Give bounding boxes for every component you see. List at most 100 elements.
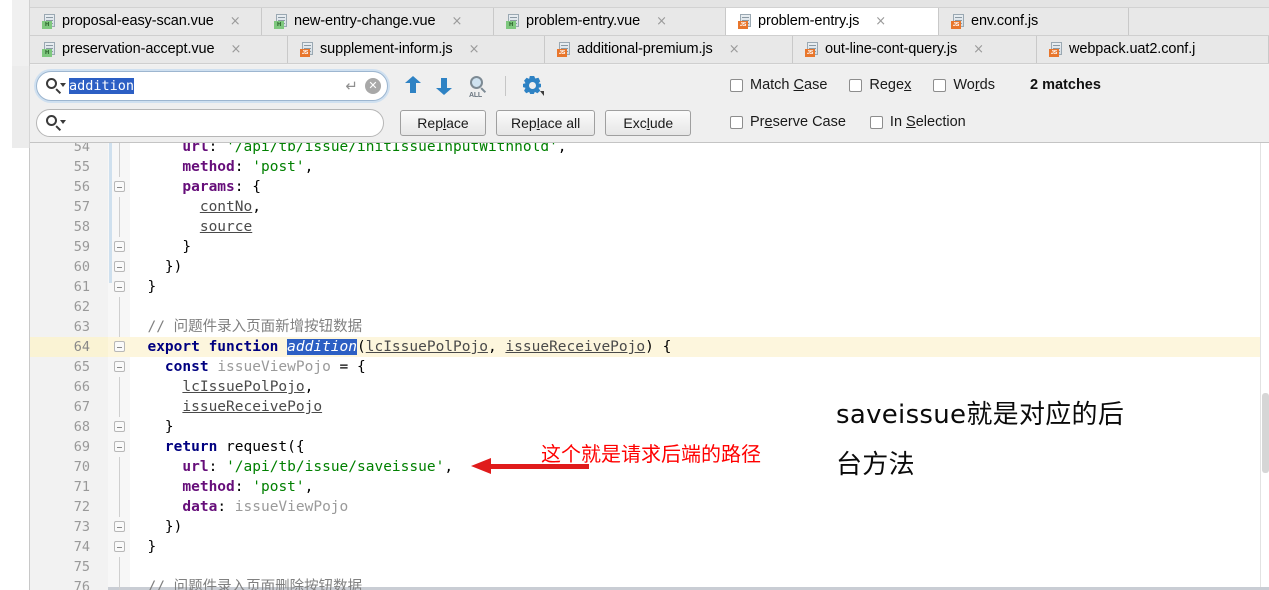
scrollbar-thumb[interactable]: [1262, 393, 1269, 473]
code-fold-toggle-icon[interactable]: [114, 441, 125, 452]
code-line[interactable]: 60 }): [30, 257, 1269, 277]
code-fold-toggle-icon[interactable]: [114, 261, 125, 272]
close-icon[interactable]: ×: [973, 43, 984, 56]
editor-tab-problem-entry-vue[interactable]: Hproblem-entry.vue ×: [494, 8, 726, 35]
code-token: ,: [304, 159, 314, 175]
editor-tab-preservation-accept-vue[interactable]: Hpreservation-accept.vue ×: [30, 36, 288, 63]
code-line[interactable]: 55 method: 'post',: [30, 157, 1269, 177]
code-line[interactable]: 56 params: {: [30, 177, 1269, 197]
replace-all-button[interactable]: Replace all: [496, 110, 596, 136]
replace-input[interactable]: [36, 109, 384, 137]
code-line[interactable]: 72 data: issueViewPojo: [30, 497, 1269, 517]
line-number: 65: [30, 357, 108, 377]
line-number: 56: [30, 177, 108, 197]
editor-tab-supplement-inform-js[interactable]: JS supplement-inform.js ×: [288, 36, 545, 63]
option-in-selection[interactable]: In Selection: [869, 114, 966, 130]
code-fold-toggle-icon[interactable]: [114, 281, 125, 292]
line-number: 66: [30, 377, 108, 397]
code-line[interactable]: 59 }: [30, 237, 1269, 257]
editor-tab-proposal-easy-scan-vue[interactable]: Hproposal-easy-scan.vue ×: [30, 8, 262, 35]
code-fold-toggle-icon[interactable]: [114, 361, 125, 372]
find-previous-icon[interactable]: [402, 75, 424, 97]
option-preserve-case[interactable]: Preserve Case: [730, 114, 846, 130]
code-fold-toggle-icon[interactable]: [114, 521, 125, 532]
search-input[interactable]: addition ↵ ✕: [36, 71, 388, 101]
replace-button[interactable]: Replace: [400, 110, 486, 136]
js-file-icon: JS: [738, 14, 752, 29]
close-icon[interactable]: ×: [656, 15, 667, 28]
close-icon[interactable]: ×: [451, 15, 462, 28]
option-words[interactable]: Words: [933, 77, 995, 93]
code-fold-toggle-icon[interactable]: [114, 241, 125, 252]
checkbox[interactable]: [849, 78, 863, 92]
option-label: Match Case: [750, 77, 828, 93]
left-strip-lower: [12, 66, 30, 148]
line-number: 70: [30, 457, 108, 477]
code-token: = {: [330, 359, 366, 375]
find-row: addition ↵ ✕ ALL: [36, 70, 544, 102]
code-line[interactable]: 63 // 问题件录入页面新增按钮数据: [30, 317, 1269, 337]
option-label: Words: [953, 77, 995, 93]
editor-tab-problem-entry-js[interactable]: JS problem-entry.js ×: [726, 8, 939, 35]
checkbox[interactable]: [869, 115, 883, 129]
code-fold-toggle-icon[interactable]: [114, 181, 125, 192]
code-token: ,: [557, 143, 567, 155]
checkbox[interactable]: [730, 115, 743, 129]
code-line[interactable]: 71 method: 'post',: [30, 477, 1269, 497]
code-line[interactable]: 65 const issueViewPojo = {: [30, 357, 1269, 377]
close-icon[interactable]: ×: [230, 15, 241, 28]
enter-icon: ↵: [345, 77, 358, 95]
replace-row: Replace Replace all Exclude: [36, 108, 692, 138]
code-line[interactable]: 57 contNo,: [30, 197, 1269, 217]
code-lines: 54 url: '/api/tb/issue/initIssueInputWit…: [30, 143, 1269, 590]
code-line[interactable]: 75: [30, 557, 1269, 577]
code-token: lcIssuePolPojo: [182, 379, 305, 395]
editor-tab-out-line-cont-query-js[interactable]: JS out-line-cont-query.js ×: [793, 36, 1037, 63]
close-icon[interactable]: ×: [729, 43, 740, 56]
option-regex[interactable]: Regex: [849, 77, 911, 93]
code-line-text: source: [130, 217, 252, 237]
code-line[interactable]: 62: [30, 297, 1269, 317]
code-line-text: method: 'post',: [130, 477, 313, 497]
close-icon[interactable]: ×: [469, 43, 480, 56]
code-line-text: method: 'post',: [130, 157, 313, 177]
code-line[interactable]: 54 url: '/api/tb/issue/initIssueInputWit…: [30, 143, 1269, 157]
match-count-label: 2 matches: [1030, 77, 1101, 93]
editor-tab-webpack-uat2-conf-j[interactable]: JS webpack.uat2.conf.j: [1037, 36, 1269, 63]
code-editor[interactable]: 54 url: '/api/tb/issue/initIssueInputWit…: [30, 143, 1269, 590]
checkbox[interactable]: [933, 78, 947, 92]
vertical-scrollbar[interactable]: [1260, 143, 1269, 590]
code-line[interactable]: 64 export function addition(lcIssuePolPo…: [30, 337, 1269, 357]
fold-guide-line: [119, 143, 120, 157]
code-line[interactable]: 58 source: [30, 217, 1269, 237]
code-fold-toggle-icon[interactable]: [114, 421, 125, 432]
code-token: method: [182, 479, 235, 495]
find-next-icon[interactable]: [433, 75, 455, 97]
code-line[interactable]: 74 }: [30, 537, 1269, 557]
editor-tab-additional-premium-js[interactable]: JS additional-premium.js ×: [545, 36, 793, 63]
code-line[interactable]: 61 }: [30, 277, 1269, 297]
close-icon[interactable]: ×: [230, 43, 241, 56]
search-input-value: addition: [69, 78, 135, 94]
code-fold-toggle-icon[interactable]: [114, 341, 125, 352]
close-icon[interactable]: ×: [875, 15, 886, 28]
clear-search-icon[interactable]: ✕: [365, 78, 381, 94]
line-number: 75: [30, 557, 108, 577]
editor-tab-new-entry-change-vue[interactable]: Hnew-entry-change.vue ×: [262, 8, 494, 35]
code-token: url: [182, 143, 209, 155]
option-match-case[interactable]: Match Case: [730, 77, 827, 93]
code-token: '/api/tb/issue/initIssueInputWithhold': [226, 143, 558, 155]
find-all-icon[interactable]: ALL: [466, 75, 490, 99]
checkbox[interactable]: [730, 78, 743, 92]
code-fold-toggle-icon[interactable]: [114, 541, 125, 552]
exclude-button[interactable]: Exclude: [605, 110, 692, 136]
gear-icon[interactable]: [521, 75, 544, 97]
code-line[interactable]: 73 }): [30, 517, 1269, 537]
code-token: const: [164, 359, 218, 375]
code-line-text: // 问题件录入页面删除按钮数据: [130, 577, 362, 590]
editor-tab-env-conf-js[interactable]: JS env.conf.js: [939, 8, 1129, 35]
code-token: contNo: [199, 199, 253, 215]
code-token: ) {: [645, 339, 672, 355]
